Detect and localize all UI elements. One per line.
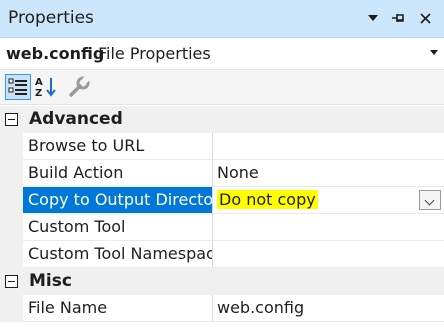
property-name: File Name (23, 295, 213, 322)
property-name: Copy to Output Directo (23, 187, 213, 214)
copy-to-output-select[interactable]: Do not copy (213, 187, 444, 214)
chevron-down-icon[interactable] (430, 50, 438, 55)
property-row-custom-tool-namespace[interactable]: Custom Tool Namespac (0, 241, 444, 268)
categorized-icon[interactable] (5, 74, 31, 100)
property-name: Custom Tool Namespac (23, 241, 213, 268)
property-row-custom-tool[interactable]: Custom Tool (0, 214, 444, 241)
chevron-down-icon[interactable] (362, 6, 384, 30)
object-name: web.config (6, 44, 105, 63)
property-name: Build Action (23, 160, 213, 187)
property-name: Custom Tool (23, 214, 213, 241)
property-row-browse-to-url[interactable]: Browse to URL (0, 133, 444, 160)
category-misc[interactable]: Misc (0, 268, 444, 295)
property-row-file-name[interactable]: File Name web.config (0, 295, 444, 322)
object-type: File Properties (98, 44, 211, 63)
svg-text:A: A (35, 77, 43, 88)
collapse-icon[interactable] (5, 275, 18, 288)
property-row-build-action[interactable]: Build Action None (0, 160, 444, 187)
property-pages-icon[interactable] (66, 74, 92, 100)
property-value: Do not copy (217, 190, 318, 209)
object-selector[interactable]: web.config File Properties (0, 38, 444, 70)
category-label: Advanced (29, 109, 123, 129)
property-row-copy-to-output-directory[interactable]: Copy to Output Directo Do not copy (0, 187, 444, 214)
property-value[interactable] (213, 241, 444, 268)
property-value[interactable]: web.config (213, 295, 444, 322)
property-value[interactable] (213, 214, 444, 241)
property-name: Browse to URL (23, 133, 213, 160)
properties-titlebar: Properties (0, 0, 444, 38)
properties-toolbar: A Z (0, 70, 444, 105)
svg-text:Z: Z (35, 88, 42, 99)
chevron-down-icon[interactable] (419, 190, 441, 210)
alphabetical-icon[interactable]: A Z (33, 74, 59, 100)
property-value[interactable] (213, 133, 444, 160)
category-label: Misc (29, 271, 72, 291)
close-icon[interactable] (414, 6, 436, 30)
collapse-icon[interactable] (5, 113, 18, 126)
window-title: Properties (8, 8, 94, 28)
property-value[interactable]: None (213, 160, 444, 187)
pin-icon[interactable] (388, 6, 410, 30)
category-advanced[interactable]: Advanced (0, 106, 444, 133)
